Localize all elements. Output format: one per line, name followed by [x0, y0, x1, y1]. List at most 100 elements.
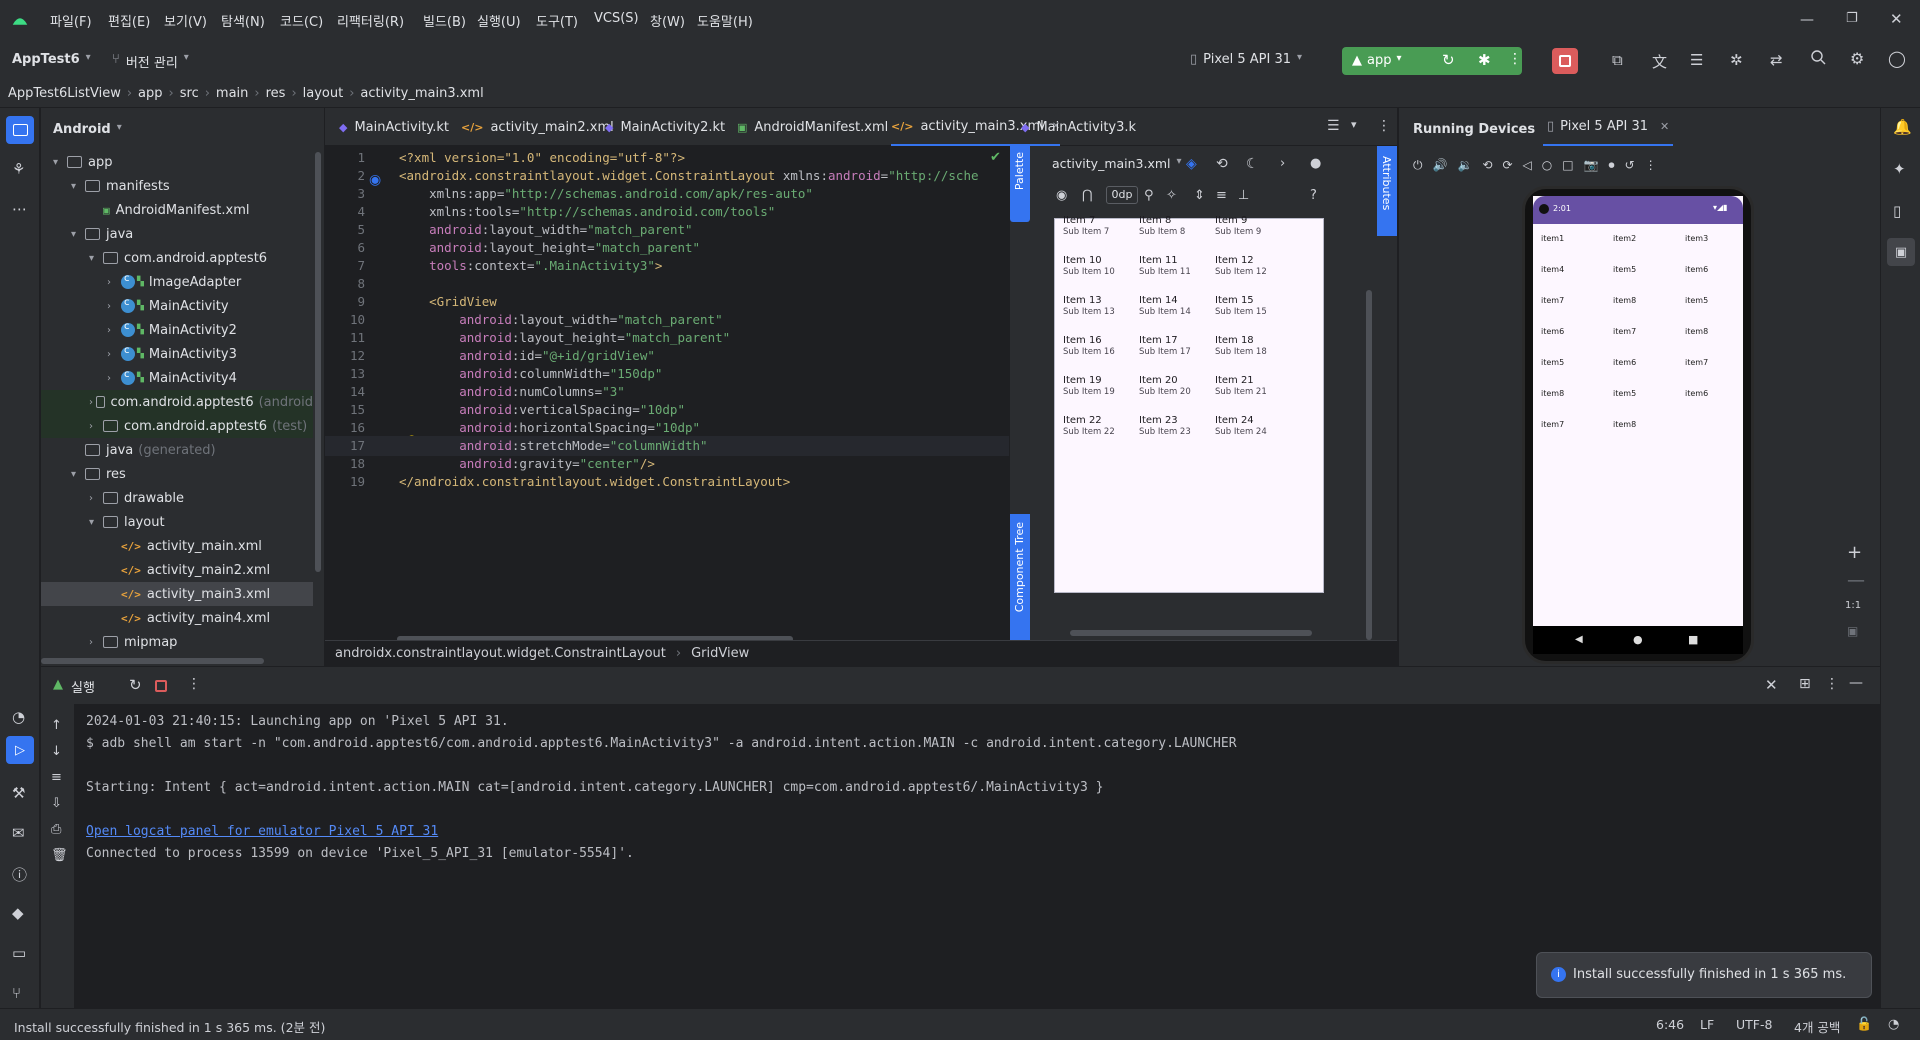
more-tools-icon[interactable]: ⋯: [12, 200, 27, 218]
tree-scrollbar[interactable]: [315, 152, 321, 572]
design-surface-icon[interactable]: ◈: [1186, 156, 1197, 172]
back-icon[interactable]: ◁: [1523, 158, 1532, 173]
expand-arrow-icon[interactable]: ›: [89, 397, 96, 408]
run-config-selector[interactable]: ▲ app ▾: [1352, 53, 1402, 68]
tree-item[interactable]: › com.android.apptest6 (android: [41, 390, 313, 414]
logcat-link[interactable]: Open logcat panel for emulator Pixel 5 A…: [86, 824, 438, 839]
emulator-grid-item[interactable]: item7: [1541, 296, 1564, 305]
night-mode-icon[interactable]: ☾: [1246, 156, 1259, 172]
soft-wrap-icon[interactable]: ≡: [51, 770, 62, 785]
build-icon[interactable]: ⚒: [12, 784, 25, 802]
attributes-tab[interactable]: Attributes: [1377, 146, 1397, 236]
nav-recents-icon[interactable]: ■: [1688, 633, 1698, 646]
no-problems-check-icon[interactable]: ✔: [990, 150, 1001, 165]
layout-preview-canvas[interactable]: Item 7 Sub Item 7 Item 8 Sub Item 8 Item 9 Su…: [1054, 215, 1324, 593]
layout-file-selector[interactable]: activity_main3.xml ▾: [1052, 156, 1182, 171]
emulator-gridview[interactable]: item1 item2 item3 item4 item5 item6 item7 item8…: [1533, 224, 1743, 624]
emulator-grid-item[interactable]: item6: [1613, 358, 1636, 367]
tree-item[interactable]: </> activity_main2.xml: [41, 558, 313, 582]
expand-arrow-icon[interactable]: ›: [107, 277, 121, 288]
overview-icon[interactable]: □: [1562, 158, 1573, 173]
volume-down-icon[interactable]: 🔉: [1457, 158, 1472, 173]
indent-setting[interactable]: 4개 공백: [1794, 1017, 1840, 1036]
emulator-grid-item[interactable]: item6: [1685, 389, 1708, 398]
expand-arrow-icon[interactable]: ›: [107, 349, 121, 360]
clear-constraints-icon[interactable]: ⚲: [1144, 188, 1154, 203]
emulator-grid-item[interactable]: item8: [1613, 420, 1636, 429]
emulator-grid-item[interactable]: item7: [1613, 327, 1636, 336]
emulator-grid-item[interactable]: item7: [1541, 420, 1564, 429]
emulator-more-icon[interactable]: ⋮: [1645, 158, 1657, 173]
menu-item[interactable]: 코드(C): [280, 11, 323, 30]
gradle-sync-icon[interactable]: ⇄: [1770, 51, 1783, 69]
menu-item[interactable]: 도움말(H): [697, 11, 753, 30]
design-hscrollbar[interactable]: [1070, 630, 1312, 636]
account-icon[interactable]: ◯: [1888, 49, 1906, 68]
running-devices-tool-button[interactable]: ▣: [1887, 238, 1915, 266]
tree-hscrollbar[interactable]: [41, 658, 264, 664]
caret-position[interactable]: 6:46: [1656, 1017, 1684, 1032]
tree-item[interactable]: › com.android.apptest6 (test): [41, 414, 313, 438]
stop-app-icon[interactable]: [155, 680, 167, 692]
minimize-icon[interactable]: —: [1800, 12, 1814, 28]
emulator-grid-item[interactable]: item8: [1685, 327, 1708, 336]
app-inspection-icon[interactable]: ✲: [1730, 51, 1743, 69]
close-window-icon[interactable]: ✕: [1890, 10, 1903, 28]
close-device-tab-icon[interactable]: ✕: [1660, 120, 1669, 133]
sync-icon[interactable]: ☰: [1690, 51, 1703, 69]
emulator-grid-item[interactable]: item5: [1613, 265, 1636, 274]
tree-item[interactable]: ▾ app: [41, 150, 313, 174]
menu-item[interactable]: 탐색(N): [221, 11, 265, 30]
expand-arrow-icon[interactable]: ›: [107, 325, 121, 336]
editor-tab[interactable]: ◆ MainActivity3.k: [1021, 108, 1136, 146]
chevron-right-icon[interactable]: ›: [1280, 156, 1285, 171]
profiler-icon[interactable]: ◔: [12, 708, 25, 726]
zoom-fit-icon[interactable]: ▣: [1847, 624, 1858, 638]
memory-indicator-icon[interactable]: ◔: [1888, 1017, 1899, 1032]
emulator-grid-item[interactable]: item1: [1541, 234, 1564, 243]
menu-item[interactable]: 실행(U): [477, 11, 521, 30]
record-icon[interactable]: ⏺: [1609, 158, 1615, 173]
lock-icon[interactable]: 🔓: [1856, 1017, 1872, 1032]
print-icon[interactable]: ⎙: [51, 822, 61, 837]
tree-item[interactable]: ▾ java: [41, 222, 313, 246]
activity-gutter-icon[interactable]: ◉: [369, 172, 381, 188]
power-icon[interactable]: ⏻: [1413, 158, 1423, 173]
close-run-panel-icon[interactable]: ✕: [1765, 676, 1778, 694]
rotate-right-icon[interactable]: ⟳: [1502, 158, 1512, 173]
tree-item[interactable]: ▣ AndroidManifest.xml: [41, 198, 313, 222]
editor-tab[interactable]: ◆ MainActivity.kt: [339, 108, 449, 146]
menu-item[interactable]: 창(W): [650, 11, 685, 30]
translate-icon[interactable]: 文: [1652, 51, 1667, 72]
emulator-grid-item[interactable]: item6: [1541, 327, 1564, 336]
breadcrumb-item[interactable]: app: [138, 86, 162, 101]
layout-options-icon[interactable]: ⊞: [1799, 676, 1811, 692]
tree-item[interactable]: </> activity_main4.xml: [41, 606, 313, 630]
default-margin-field[interactable]: 0dp: [1106, 186, 1138, 204]
menu-item[interactable]: 리팩터링(R): [337, 11, 404, 30]
device-tab[interactable]: ▯ Pixel 5 API 31 ✕: [1543, 108, 1674, 146]
search-icon[interactable]: [1810, 49, 1826, 65]
run-more-icon[interactable]: ⋮: [187, 676, 201, 692]
device-manager-icon[interactable]: ⧉: [1612, 51, 1623, 69]
expand-arrow-icon[interactable]: ▾: [89, 253, 103, 264]
home-icon[interactable]: ○: [1542, 158, 1552, 173]
tab-list-icon[interactable]: ☰: [1327, 118, 1340, 134]
notifications-icon[interactable]: 🔔: [1893, 118, 1912, 136]
warning-icon[interactable]: ●: [1310, 156, 1321, 171]
breadcrumb-item[interactable]: AppTest6ListView: [8, 86, 121, 101]
menu-item[interactable]: 빌드(B): [423, 11, 466, 30]
eye-icon[interactable]: ◉: [1056, 188, 1067, 203]
expand-arrow-icon[interactable]: ›: [89, 493, 103, 504]
align-icon[interactable]: ≡: [1216, 188, 1227, 203]
emulator-grid-item[interactable]: item8: [1613, 296, 1636, 305]
tree-item[interactable]: ▾ manifests: [41, 174, 313, 198]
emulator-grid-item[interactable]: item3: [1685, 234, 1708, 243]
resource-manager-icon[interactable]: ⚘: [12, 160, 25, 178]
emulator-grid-item[interactable]: item5: [1541, 358, 1564, 367]
pack-icon[interactable]: ⇕: [1194, 188, 1205, 203]
expand-arrow-icon[interactable]: ›: [89, 421, 103, 432]
reset-icon[interactable]: ↺: [1625, 158, 1635, 173]
debug-icon[interactable]: ✱: [1478, 51, 1491, 69]
breadcrumb-item[interactable]: layout: [303, 86, 344, 101]
